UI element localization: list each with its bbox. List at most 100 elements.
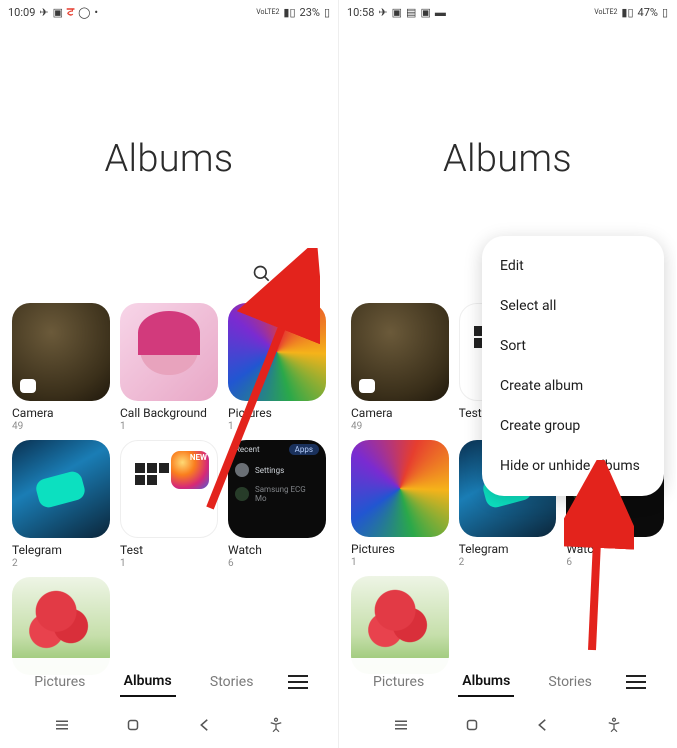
status-right: VoLTE2 ▮▯ 23% ▯ xyxy=(256,6,330,19)
album-name: Pictures xyxy=(228,406,326,420)
airtel-icon: ਟ xyxy=(67,5,74,19)
phone-left: 10:09 ✈ ▣ ਟ ◯ • VoLTE2 ▮▯ 23% ▯ Albums C… xyxy=(0,0,338,748)
hamburger-icon[interactable] xyxy=(288,675,308,689)
tab-albums[interactable]: Albums xyxy=(120,667,176,697)
search-icon[interactable] xyxy=(252,264,272,284)
page-title: Albums xyxy=(0,137,338,181)
status-time: 10:09 xyxy=(8,6,35,19)
volte-icon: VoLTE2 xyxy=(594,9,617,16)
accessibility-icon[interactable] xyxy=(605,716,623,738)
album-camera[interactable]: Camera 49 xyxy=(351,303,449,432)
bottom-tabs: Pictures Albums Stories xyxy=(339,658,676,706)
card-notif-icon: ▬ xyxy=(435,6,446,19)
status-left: 10:09 ✈ ▣ ਟ ◯ • xyxy=(8,5,98,19)
album-name: Test xyxy=(120,543,218,557)
album-thumb xyxy=(351,440,449,538)
watch-apps: Apps xyxy=(289,444,319,455)
snap-notif-icon: ▣ xyxy=(392,6,402,19)
albums-grid: Camera 49 Call Background 1 Pictures 1 T… xyxy=(0,303,338,675)
album-count: 1 xyxy=(228,421,326,432)
tab-pictures[interactable]: Pictures xyxy=(369,668,428,696)
tab-pictures[interactable]: Pictures xyxy=(30,668,89,696)
album-name: Telegram xyxy=(12,543,110,557)
album-count: 2 xyxy=(12,558,110,569)
album-name: Watch xyxy=(228,543,326,557)
menu-create-album[interactable]: Create album xyxy=(482,366,664,406)
recents-icon[interactable] xyxy=(392,716,410,738)
home-icon[interactable] xyxy=(124,716,142,738)
album-watch[interactable]: Recent Apps Settings Samsung ECG Mo Watch… xyxy=(228,440,326,569)
album-count: 2 xyxy=(459,557,557,568)
album-call-background[interactable]: Call Background 1 xyxy=(120,303,218,432)
menu-sort[interactable]: Sort xyxy=(482,326,664,366)
tab-albums[interactable]: Albums xyxy=(458,667,514,697)
album-count: 6 xyxy=(566,557,664,568)
menu-create-group[interactable]: Create group xyxy=(482,406,664,446)
album-count: 1 xyxy=(120,421,218,432)
watch-settings: Settings xyxy=(255,466,284,475)
album-name: Pictures xyxy=(351,542,449,556)
album-pictures[interactable]: Pictures 1 xyxy=(228,303,326,432)
album-thumb xyxy=(351,303,449,401)
back-icon[interactable] xyxy=(534,716,552,738)
msg-notif-icon: ▣ xyxy=(53,6,63,19)
recents-icon[interactable] xyxy=(53,716,71,738)
battery-text: 47% xyxy=(638,6,658,19)
more-options-menu: Edit Select all Sort Create album Create… xyxy=(482,236,664,496)
album-thumb xyxy=(12,303,110,401)
album-count: 1 xyxy=(351,557,449,568)
signal-icon: ▮▯ xyxy=(283,6,295,19)
album-name: Call Background xyxy=(120,406,218,420)
tab-stories[interactable]: Stories xyxy=(206,668,258,696)
telegram-notif-icon: ✈ xyxy=(39,6,48,19)
status-right: VoLTE2 ▮▯ 47% ▯ xyxy=(594,6,668,19)
album-thumb xyxy=(120,440,218,538)
album-camera[interactable]: Camera 49 xyxy=(12,303,110,432)
dot-icon: • xyxy=(94,6,98,19)
status-bar: 10:58 ✈ ▣ ▤ ▣ ▬ VoLTE2 ▮▯ 47% ▯ xyxy=(339,0,676,22)
hamburger-icon[interactable] xyxy=(626,675,646,689)
watch-recent: Recent xyxy=(235,445,260,454)
accessibility-icon[interactable] xyxy=(267,716,285,738)
menu-edit[interactable]: Edit xyxy=(482,246,664,286)
status-time: 10:58 xyxy=(347,6,374,19)
bottom-tabs: Pictures Albums Stories xyxy=(0,658,338,706)
battery-icon: ▯ xyxy=(324,6,330,19)
telegram-notif-icon: ✈ xyxy=(378,6,387,19)
phone-right: 10:58 ✈ ▣ ▤ ▣ ▬ VoLTE2 ▮▯ 47% ▯ Albums C… xyxy=(338,0,676,748)
tab-stories[interactable]: Stories xyxy=(544,668,596,696)
gear-icon xyxy=(235,463,249,477)
album-name: Telegram xyxy=(459,542,557,556)
system-navbar xyxy=(339,706,676,748)
battery-text: 23% xyxy=(300,6,320,19)
app-icon xyxy=(235,487,249,501)
battery-icon: ▯ xyxy=(662,6,668,19)
album-thumb xyxy=(228,303,326,401)
album-name: Camera xyxy=(351,406,449,420)
album-name: Camera xyxy=(12,406,110,420)
home-icon[interactable] xyxy=(463,716,481,738)
album-test[interactable]: Test 1 xyxy=(120,440,218,569)
more-options-icon[interactable] xyxy=(296,264,316,284)
album-thumb xyxy=(120,303,218,401)
back-icon[interactable] xyxy=(196,716,214,738)
album-count: 49 xyxy=(351,421,449,432)
album-count: 49 xyxy=(12,421,110,432)
action-row xyxy=(0,261,338,287)
page-title: Albums xyxy=(339,137,676,181)
app-notif-icon: ▤ xyxy=(406,6,416,19)
status-bar: 10:09 ✈ ▣ ਟ ◯ • VoLTE2 ▮▯ 23% ▯ xyxy=(0,0,338,22)
volte-icon: VoLTE2 xyxy=(256,9,279,16)
menu-hide-unhide[interactable]: Hide or unhide albums xyxy=(482,446,664,486)
album-count: 1 xyxy=(120,558,218,569)
sim-notif-icon: ▣ xyxy=(420,6,430,19)
album-count: 6 xyxy=(228,558,326,569)
menu-select-all[interactable]: Select all xyxy=(482,286,664,326)
signal-icon: ▮▯ xyxy=(621,6,633,19)
album-pictures[interactable]: Pictures 1 xyxy=(351,440,449,569)
album-name: Watch xyxy=(566,542,664,556)
album-telegram[interactable]: Telegram 2 xyxy=(12,440,110,569)
headset-icon: ◯ xyxy=(78,6,90,19)
status-left: 10:58 ✈ ▣ ▤ ▣ ▬ xyxy=(347,6,446,19)
watch-sub: Samsung ECG Mo xyxy=(255,485,319,503)
